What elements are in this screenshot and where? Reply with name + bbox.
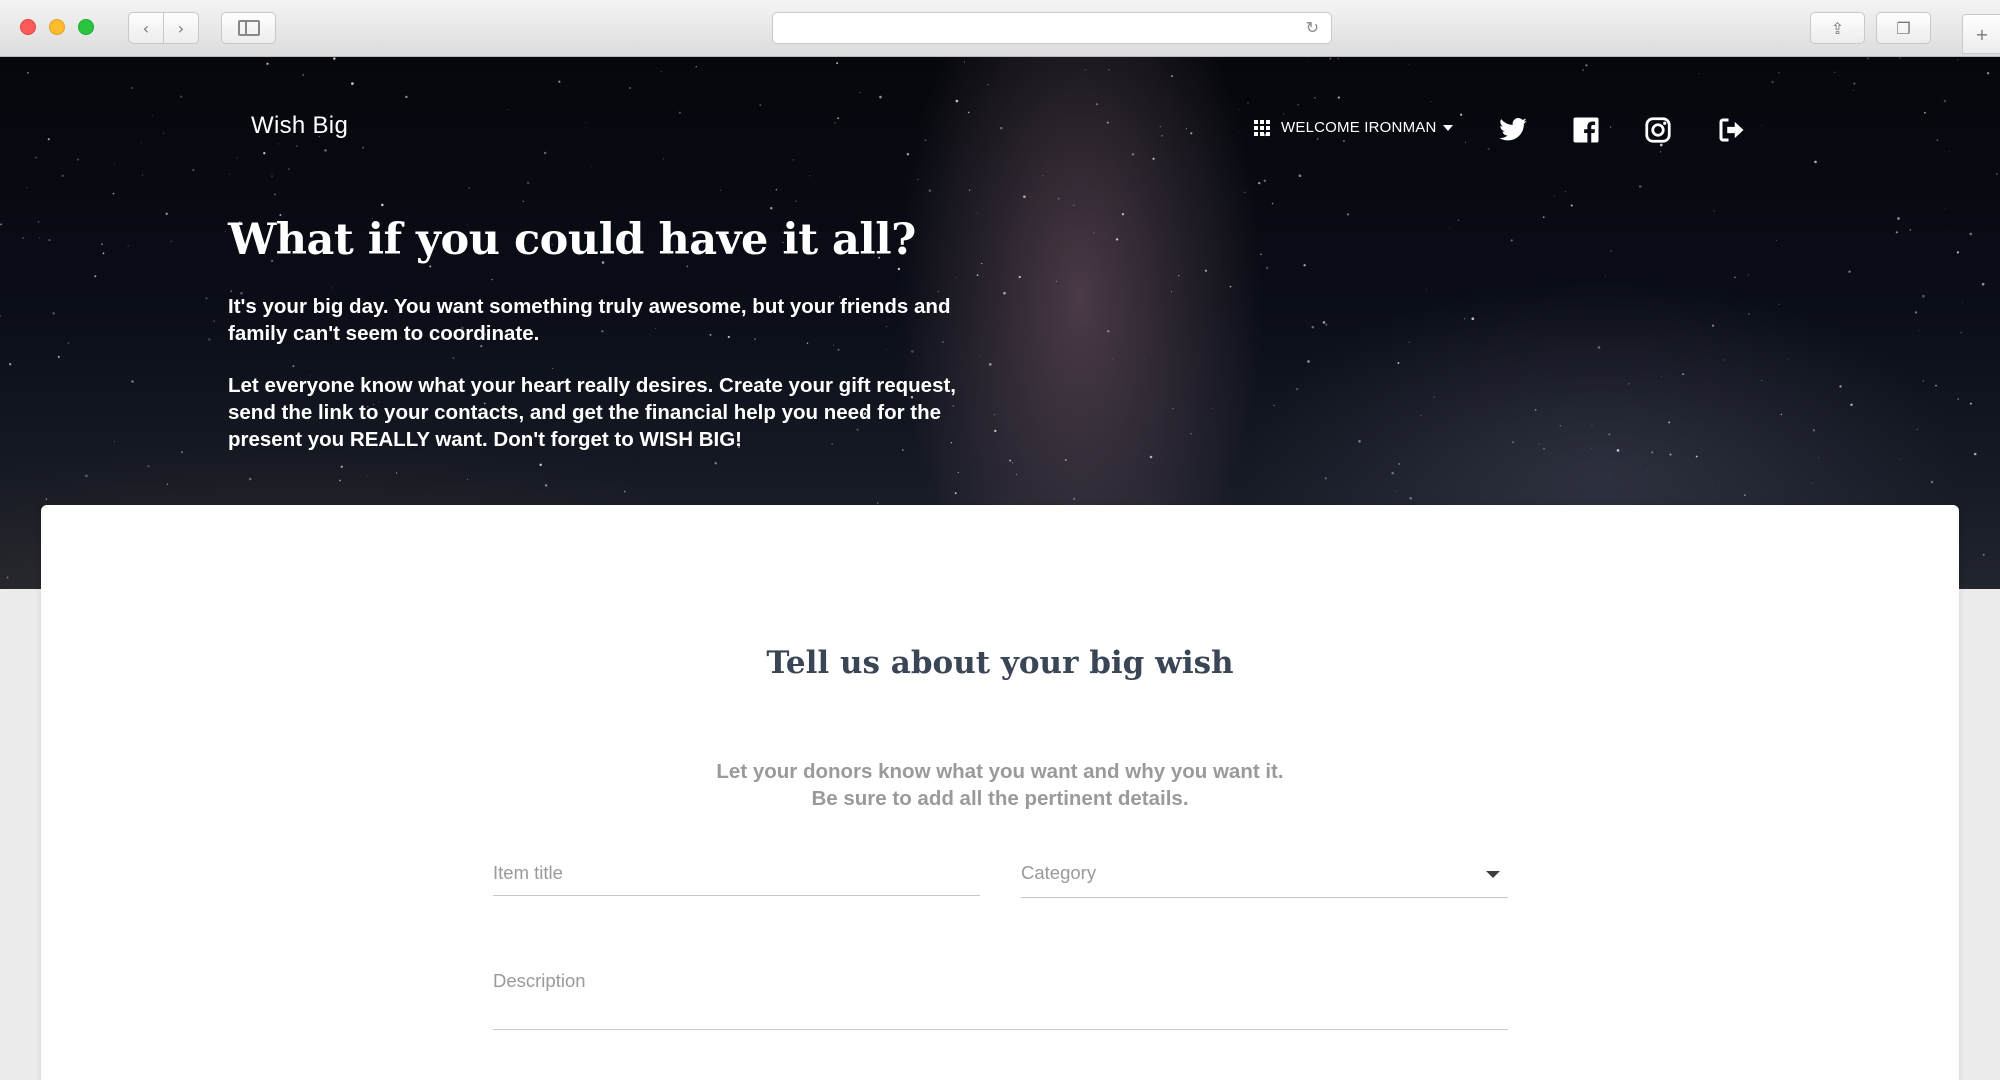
twitter-icon[interactable]	[1498, 115, 1528, 145]
plus-icon: +	[1975, 24, 1989, 44]
new-tab-button[interactable]: +	[1962, 14, 2000, 54]
hero-paragraph-cta: Let everyone know what your heart really…	[228, 374, 956, 451]
address-bar[interactable]: ↻	[772, 12, 1332, 44]
wish-form-card: Tell us about your big wish Let your don…	[41, 505, 1959, 1080]
sidebar-icon	[237, 20, 260, 36]
form-subtitle: Let your donors know what you want and w…	[41, 758, 1959, 812]
minimize-window-button[interactable]	[49, 19, 65, 35]
share-button[interactable]: ⇪	[1810, 12, 1865, 44]
chevron-down-icon	[1486, 871, 1500, 878]
instagram-icon[interactable]	[1643, 115, 1673, 145]
apps-grid-icon	[1254, 119, 1270, 136]
forward-button[interactable]: ›	[163, 12, 199, 44]
description-placeholder: Description	[493, 970, 586, 991]
back-arrow-icon: ‹	[142, 18, 150, 38]
category-select[interactable]: Category	[1021, 852, 1508, 898]
brand-logo[interactable]: Wish Big	[251, 112, 348, 140]
item-title-placeholder: Item title	[493, 862, 563, 883]
item-title-input[interactable]: Item title	[493, 852, 980, 896]
show-tabs-button[interactable]: ❐	[1876, 12, 1931, 44]
back-button[interactable]: ‹	[128, 12, 164, 44]
close-window-button[interactable]	[20, 19, 36, 35]
logout-icon[interactable]	[1716, 115, 1746, 145]
user-menu-dropdown[interactable]: WELCOME IRONMAN	[1254, 119, 1453, 136]
facebook-icon[interactable]	[1571, 115, 1601, 145]
form-subtitle-line-2: Be sure to add all the pertinent details…	[811, 787, 1189, 810]
category-placeholder: Category	[1021, 862, 1097, 883]
chevron-down-icon	[1442, 124, 1453, 131]
share-icon: ⇪	[1830, 18, 1845, 38]
form-title: Tell us about your big wish	[766, 645, 1234, 681]
form-subtitle-line-1: Let your donors know what you want and w…	[716, 760, 1284, 783]
forward-arrow-icon: ›	[177, 18, 185, 38]
browser-toolbar: ‹ › ↻ ⇪ ❐ +	[0, 0, 2000, 57]
reload-icon[interactable]: ↻	[1306, 18, 1319, 37]
hero-title: What if you could have it all?	[228, 215, 916, 265]
description-textarea[interactable]: Description	[493, 960, 1508, 1030]
zoom-window-button[interactable]	[78, 19, 94, 35]
hero-paragraph-intro: It's your big day. You want something tr…	[228, 295, 951, 345]
user-menu-label: WELCOME IRONMAN	[1281, 119, 1437, 136]
sidebar-toggle-button[interactable]	[221, 12, 276, 44]
tabs-icon: ❐	[1896, 18, 1911, 38]
